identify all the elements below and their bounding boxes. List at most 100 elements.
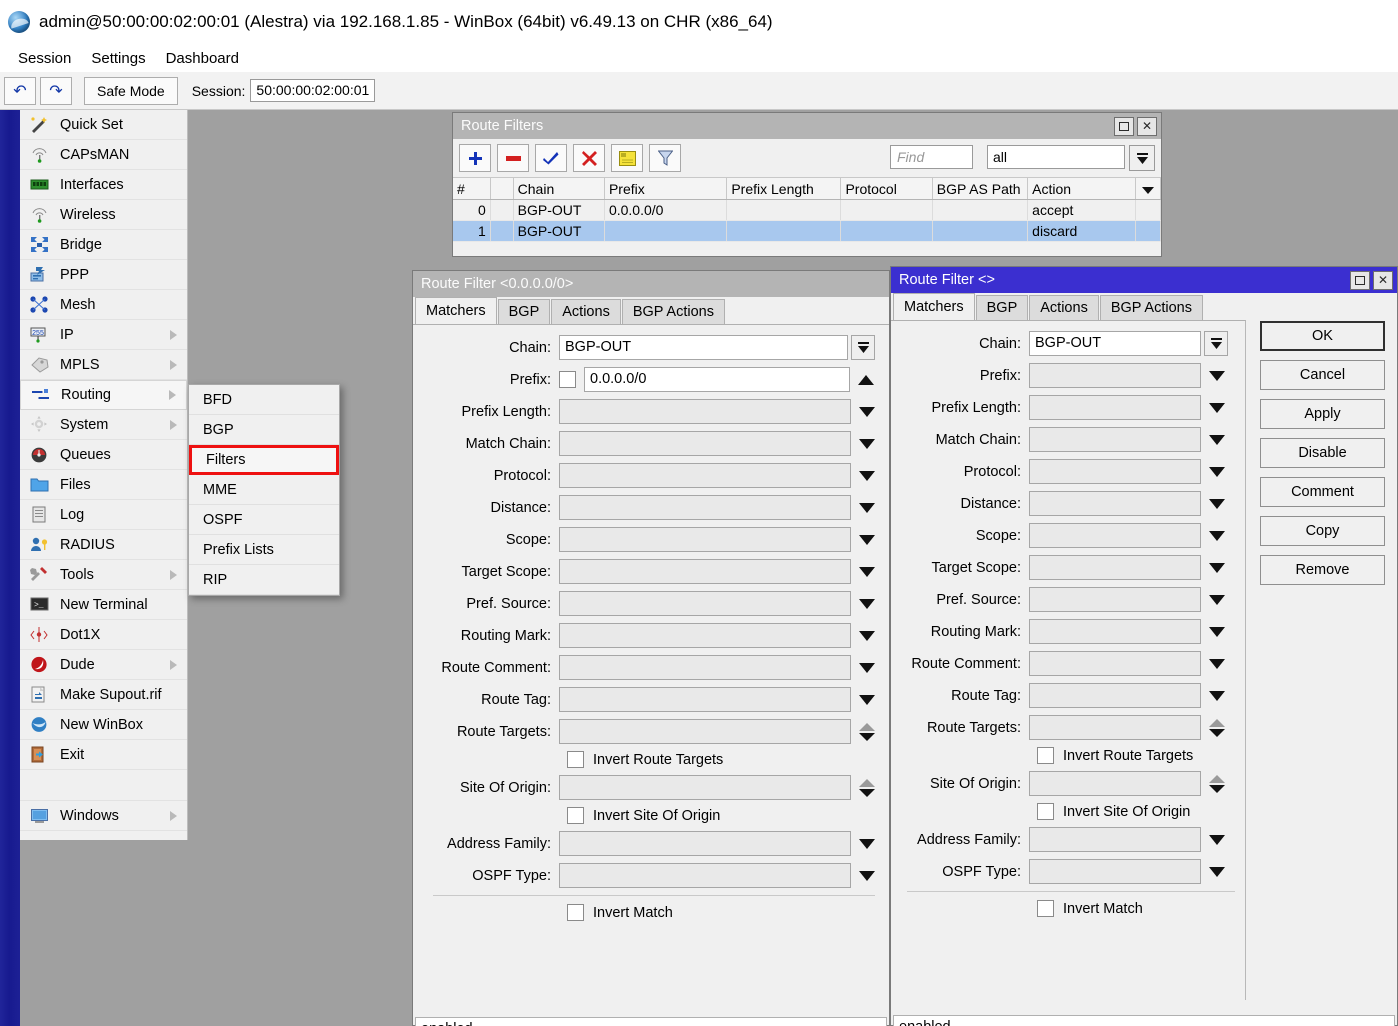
menu-dashboard[interactable]: Dashboard	[156, 48, 249, 69]
chevron-down-icon[interactable]	[859, 695, 875, 705]
column-header[interactable]: Protocol	[841, 178, 932, 200]
undo-button[interactable]: ↶	[4, 77, 36, 105]
column-header[interactable]: BGP AS Path	[932, 178, 1027, 200]
invert-route-targets-checkbox[interactable]	[1037, 747, 1054, 764]
sidebar-item-tools[interactable]: Tools	[20, 560, 187, 590]
restore-icon[interactable]	[1114, 117, 1134, 136]
comment-button[interactable]	[611, 144, 643, 172]
sidebar-item-exit[interactable]: Exit	[20, 740, 187, 770]
chevron-down-icon[interactable]	[1209, 403, 1225, 413]
sidebar-item-windows[interactable]: Windows	[20, 801, 187, 831]
field-input[interactable]	[1029, 363, 1201, 388]
chevron-down-icon[interactable]	[1209, 627, 1225, 637]
field-input[interactable]	[559, 591, 851, 616]
chevron-down-icon[interactable]	[1209, 659, 1225, 669]
spinner-control[interactable]	[859, 723, 875, 741]
menu-settings[interactable]: Settings	[81, 48, 155, 69]
sidebar-item-files[interactable]: Files	[20, 470, 187, 500]
column-header[interactable]	[490, 178, 513, 200]
submenu-item-ospf[interactable]: OSPF	[189, 505, 339, 535]
chevron-down-icon[interactable]	[1209, 691, 1225, 701]
column-chooser-button[interactable]	[1136, 178, 1161, 200]
submenu-item-filters[interactable]: Filters	[189, 445, 339, 475]
sidebar-item-mesh[interactable]: Mesh	[20, 290, 187, 320]
comment-button[interactable]: Comment	[1260, 477, 1385, 507]
sidebar-item-interfaces[interactable]: Interfaces	[20, 170, 187, 200]
field-input[interactable]	[1029, 587, 1201, 612]
field-input[interactable]	[1029, 427, 1201, 452]
field-input[interactable]	[559, 431, 851, 456]
field-input[interactable]	[1029, 619, 1201, 644]
field-input[interactable]	[559, 863, 851, 888]
table-row[interactable]: 1BGP-OUTdiscard	[453, 221, 1161, 242]
sidebar-item-radius[interactable]: RADIUS	[20, 530, 187, 560]
field-input[interactable]	[1029, 771, 1201, 796]
spinner-control[interactable]	[1209, 719, 1225, 737]
chevron-down-icon[interactable]	[859, 407, 875, 417]
invert-match-checkbox[interactable]	[567, 904, 584, 921]
sidebar-item-capsman[interactable]: CAPsMAN	[20, 140, 187, 170]
field-input[interactable]	[1029, 859, 1201, 884]
column-header[interactable]: Action	[1028, 178, 1136, 200]
invert-route-targets-checkbox[interactable]	[567, 751, 584, 768]
chevron-down-icon[interactable]	[1209, 435, 1225, 445]
filter-select[interactable]: all	[987, 145, 1125, 169]
field-input[interactable]	[1029, 555, 1201, 580]
chevron-down-icon[interactable]	[859, 471, 875, 481]
sidebar-item-system[interactable]: System	[20, 410, 187, 440]
sidebar-item-new-terminal[interactable]: >_New Terminal	[20, 590, 187, 620]
sidebar-item-quick-set[interactable]: Quick Set	[20, 110, 187, 140]
close-icon[interactable]: ✕	[1137, 117, 1157, 136]
chevron-down-icon[interactable]	[859, 439, 875, 449]
chevron-up-icon[interactable]	[858, 375, 874, 385]
dropdown-button[interactable]	[1204, 331, 1228, 356]
field-input[interactable]	[1029, 827, 1201, 852]
field-input[interactable]	[559, 719, 851, 744]
field-input[interactable]	[559, 687, 851, 712]
sidebar-item-make-supout-rif[interactable]: Make Supout.rif	[20, 680, 187, 710]
sidebar-item-new-winbox[interactable]: New WinBox	[20, 710, 187, 740]
remove-button[interactable]: Remove	[1260, 555, 1385, 585]
field-input[interactable]	[1029, 523, 1201, 548]
find-input[interactable]: Find	[890, 145, 973, 169]
sidebar-item-mpls[interactable]: MPLS	[20, 350, 187, 380]
apply-button[interactable]: Apply	[1260, 399, 1385, 429]
field-input[interactable]	[559, 527, 851, 552]
dropdown-button[interactable]	[851, 335, 875, 360]
submenu-item-mme[interactable]: MME	[189, 475, 339, 505]
submenu-item-prefix-lists[interactable]: Prefix Lists	[189, 535, 339, 565]
column-header[interactable]: Chain	[513, 178, 604, 200]
sidebar-item-queues[interactable]: Queues	[20, 440, 187, 470]
disable-button[interactable]	[573, 144, 605, 172]
menu-session[interactable]: Session	[8, 48, 81, 69]
field-input[interactable]	[1029, 683, 1201, 708]
chevron-down-icon[interactable]	[1209, 595, 1225, 605]
field-input[interactable]	[1029, 651, 1201, 676]
invert-match-checkbox[interactable]	[1037, 900, 1054, 917]
field-input[interactable]	[1029, 715, 1201, 740]
spinner-control[interactable]	[859, 779, 875, 797]
tab-bgp[interactable]: BGP	[976, 295, 1029, 320]
chevron-down-icon[interactable]	[1209, 467, 1225, 477]
field-input[interactable]	[559, 463, 851, 488]
restore-icon[interactable]	[1350, 271, 1370, 290]
cancel-button[interactable]: Cancel	[1260, 360, 1385, 390]
chevron-down-icon[interactable]	[1209, 499, 1225, 509]
column-header[interactable]: Prefix Length	[727, 178, 841, 200]
chevron-down-icon[interactable]	[859, 567, 875, 577]
tab-actions[interactable]: Actions	[551, 299, 621, 324]
chevron-down-icon[interactable]	[859, 839, 875, 849]
tab-matchers[interactable]: Matchers	[415, 297, 497, 324]
field-input[interactable]	[559, 495, 851, 520]
chevron-down-icon[interactable]	[1209, 835, 1225, 845]
invert-site-of-origin-checkbox[interactable]	[1037, 803, 1054, 820]
submenu-item-bgp[interactable]: BGP	[189, 415, 339, 445]
sidebar-item-bridge[interactable]: Bridge	[20, 230, 187, 260]
table-row[interactable]: 0BGP-OUT0.0.0.0/0accept	[453, 200, 1161, 221]
enable-button[interactable]	[535, 144, 567, 172]
field-enable-checkbox[interactable]	[559, 371, 576, 388]
close-icon[interactable]: ✕	[1373, 271, 1393, 290]
column-header[interactable]: #	[453, 178, 490, 200]
add-button[interactable]	[459, 144, 491, 172]
tab-bgp-actions[interactable]: BGP Actions	[1100, 295, 1203, 320]
